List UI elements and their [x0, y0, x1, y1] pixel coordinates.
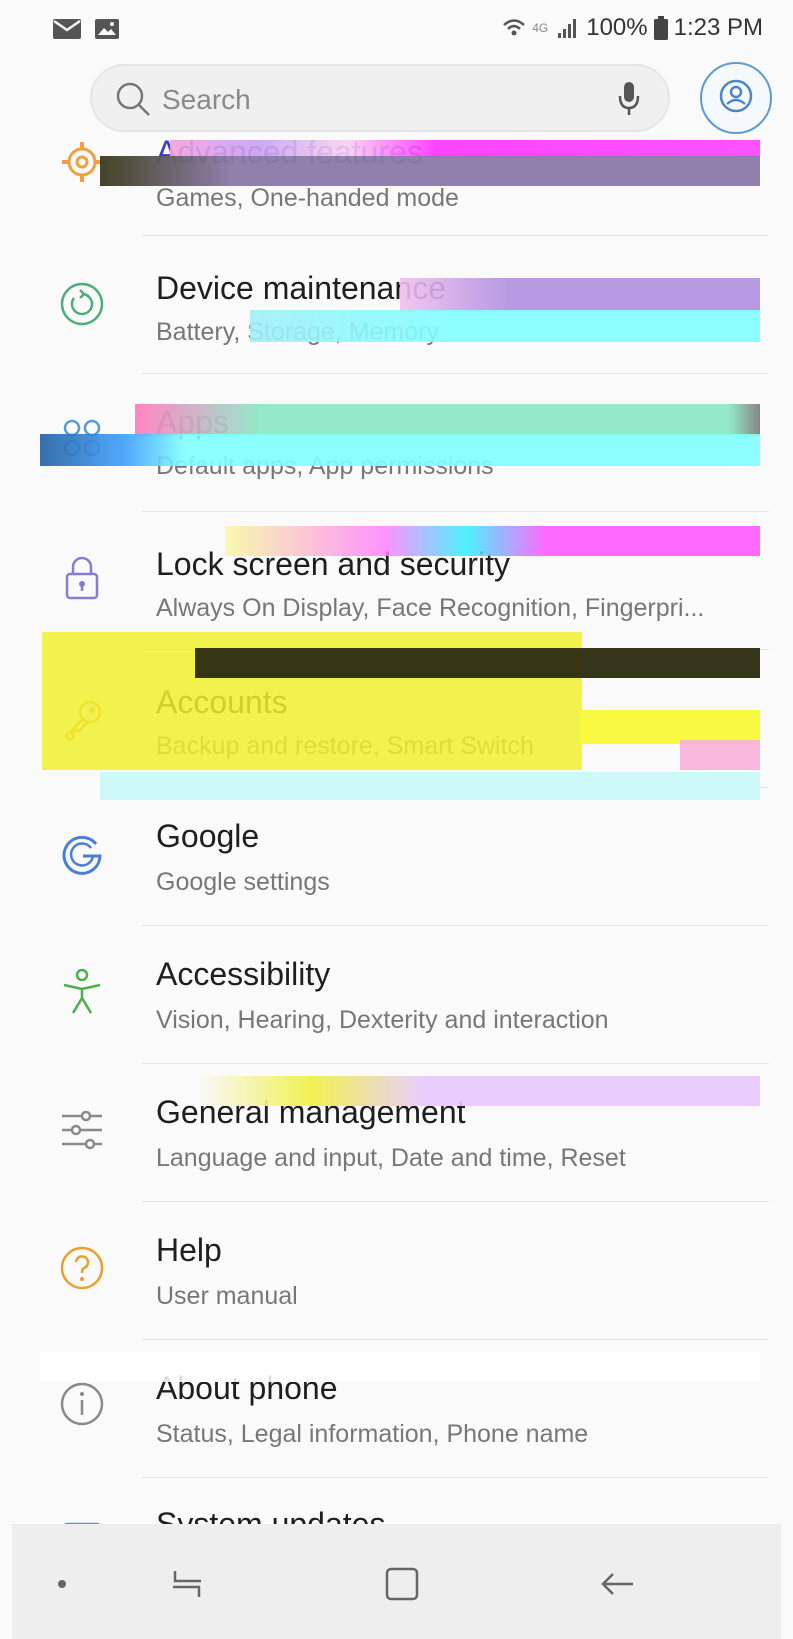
item-title: System updates: [156, 1506, 386, 1524]
recent-apps-icon[interactable]: [157, 1554, 217, 1614]
item-subtitle: Default apps, App permissions: [156, 452, 494, 480]
refresh-circle-icon: [56, 278, 108, 330]
clock: 1:23 PM: [673, 14, 763, 41]
item-subtitle: Status, Legal information, Phone name: [156, 1420, 589, 1448]
help-icon: [56, 1242, 108, 1294]
item-title: Accounts: [156, 684, 288, 720]
settings-item-about-phone[interactable]: About phone Status, Legal information, P…: [0, 1340, 793, 1478]
settings-item-device-maintenance[interactable]: Device maintenance Battery, Storage, Mem…: [0, 236, 793, 374]
battery-icon: [653, 16, 668, 40]
search-row: Search: [0, 58, 793, 140]
settings-item-general-management[interactable]: General management Language and input, D…: [0, 1064, 793, 1202]
item-subtitle: Google settings: [156, 868, 330, 896]
search-placeholder: Search: [162, 84, 251, 115]
item-subtitle: Battery, Storage, Memory: [156, 318, 439, 346]
item-subtitle: Vision, Hearing, Dexterity and interacti…: [156, 1006, 609, 1034]
signal-icon: [556, 17, 580, 39]
item-title: General management: [156, 1094, 466, 1130]
item-title: Accessibility: [156, 956, 331, 992]
settings-list: Advanced features Games, One-handed mode…: [0, 140, 793, 1524]
home-icon[interactable]: [372, 1554, 432, 1614]
settings-item-accessibility[interactable]: Accessibility Vision, Hearing, Dexterity…: [0, 926, 793, 1064]
info-icon: [56, 1378, 108, 1430]
search-icon: [114, 80, 152, 123]
status-bar: 4G 100% 1:23 PM: [0, 0, 793, 58]
sliders-icon: [56, 1104, 108, 1156]
settings-item-advanced-features[interactable]: Advanced features Games, One-handed mode: [0, 140, 793, 236]
item-title: About phone: [156, 1370, 338, 1406]
item-subtitle: Backup and restore, Smart Switch: [156, 732, 534, 760]
google-icon: [56, 828, 108, 880]
settings-item-help[interactable]: Help User manual: [0, 1202, 793, 1340]
search-input[interactable]: Search: [90, 64, 670, 132]
mail-icon: [52, 18, 82, 40]
settings-item-lock-screen[interactable]: Lock screen and security Always On Displ…: [0, 512, 793, 650]
image-icon: [94, 18, 120, 40]
account-icon: [718, 78, 754, 119]
item-subtitle: Always On Display, Face Recognition, Fin…: [156, 594, 705, 622]
settings-item-system-updates[interactable]: System updates: [0, 1478, 793, 1524]
microphone-icon[interactable]: [616, 80, 642, 123]
battery-percent: 100%: [586, 14, 648, 41]
dot-icon[interactable]: [32, 1554, 92, 1614]
item-subtitle: Games, One-handed mode: [156, 184, 459, 212]
item-subtitle: Language and input, Date and time, Reset: [156, 1144, 626, 1172]
settings-item-accounts[interactable]: Accounts Backup and restore, Smart Switc…: [0, 650, 793, 788]
key-icon: [56, 694, 108, 746]
profile-button[interactable]: [700, 62, 772, 134]
item-title: Help: [156, 1232, 222, 1268]
lock-icon: [56, 552, 108, 604]
network-type: 4G: [532, 21, 549, 35]
gear-plus-icon: [56, 140, 108, 188]
back-icon[interactable]: [587, 1554, 647, 1614]
item-title: Advanced features: [156, 140, 423, 170]
apps-icon: [56, 412, 108, 464]
item-title: Google: [156, 818, 260, 854]
item-subtitle: User manual: [156, 1282, 298, 1310]
accessibility-icon: [56, 966, 108, 1018]
item-title: Apps: [156, 404, 229, 440]
wifi-icon: [502, 17, 526, 39]
settings-item-apps[interactable]: Apps Default apps, App permissions: [0, 374, 793, 512]
navigation-bar: [12, 1524, 781, 1639]
item-title: Device maintenance: [156, 270, 446, 306]
settings-item-google[interactable]: Google Google settings: [0, 788, 793, 926]
item-title: Lock screen and security: [156, 546, 510, 582]
